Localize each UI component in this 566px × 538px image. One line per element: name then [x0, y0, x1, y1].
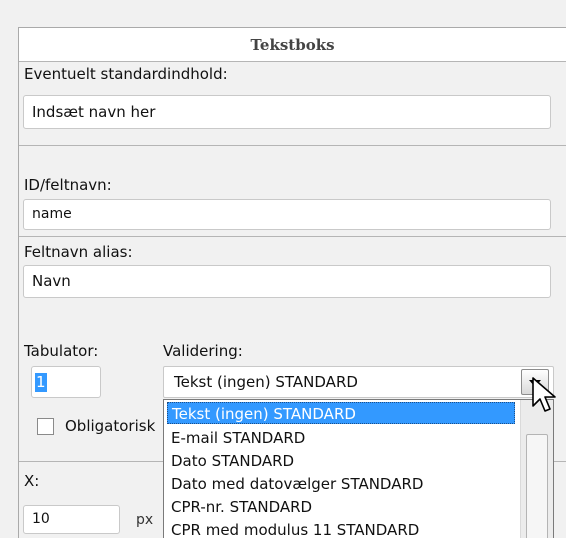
default-content-label: Eventuelt standardindhold: — [24, 65, 228, 83]
list-scrollbar[interactable] — [520, 400, 553, 538]
tabulator-input[interactable]: 1 — [31, 366, 101, 398]
validation-label: Validering: — [163, 342, 243, 360]
validation-selected-value: Tekst (ingen) STANDARD — [174, 373, 358, 391]
validation-option[interactable]: E-mail STANDARD — [167, 427, 305, 449]
validation-options-list[interactable]: Tekst (ingen) STANDARD E-mail STANDARD D… — [163, 399, 554, 538]
validation-option[interactable]: CPR med modulus 11 STANDARD — [167, 519, 419, 538]
validation-option[interactable]: Tekst (ingen) STANDARD — [167, 402, 515, 424]
x-input[interactable]: 10 — [23, 505, 120, 534]
validation-option[interactable]: CPR-nr. STANDARD — [167, 496, 312, 518]
field-alias-label: Feltnavn alias: — [24, 243, 133, 261]
validation-select[interactable]: Tekst (ingen) STANDARD — [163, 366, 554, 398]
panel-title: Tekstboks — [19, 28, 566, 62]
field-alias-input[interactable]: Navn — [23, 265, 551, 298]
separator — [19, 236, 566, 237]
x-label: X: — [24, 472, 40, 490]
x-unit: px — [136, 512, 154, 528]
validation-option[interactable]: Dato med datovælger STANDARD — [167, 473, 423, 495]
field-id-label: ID/feltnavn: — [24, 176, 112, 194]
required-label: Obligatorisk — [65, 417, 156, 435]
required-checkbox[interactable] — [37, 418, 54, 435]
mouse-pointer-icon — [532, 377, 556, 412]
tabulator-label: Tabulator: — [24, 342, 99, 360]
field-id-input[interactable]: name — [23, 199, 551, 230]
validation-option[interactable]: Dato STANDARD — [167, 450, 294, 472]
scrollbar-thumb[interactable] — [526, 434, 548, 538]
default-content-input[interactable]: Indsæt navn her — [23, 95, 551, 129]
tabulator-value: 1 — [35, 373, 47, 392]
separator — [19, 145, 566, 146]
